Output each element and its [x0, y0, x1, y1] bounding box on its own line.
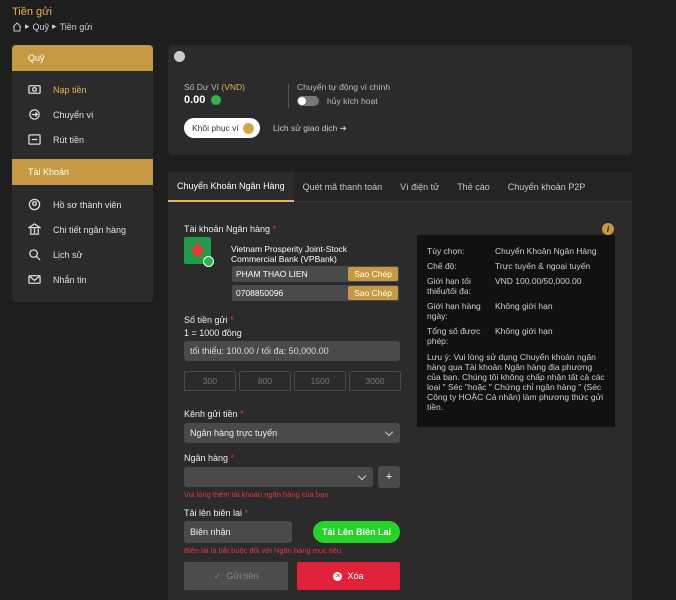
- profile-icon: [28, 198, 41, 211]
- vpbank-logo[interactable]: [184, 237, 214, 267]
- restore-wallet-button[interactable]: Khôi phục ví: [184, 118, 260, 138]
- sidebar-item-label: Nhắn tin: [53, 274, 87, 285]
- payment-info-box: Tùy chọn: Chuyển Khoản Ngân Hàng Chế độ: T…: [417, 235, 615, 427]
- breadcrumb-item: Tiền gửi: [59, 21, 93, 32]
- copy-account-name-button[interactable]: Sao Chép: [348, 267, 398, 281]
- amount-input[interactable]: tối thiểu: 100.00 / tối đa: 50,000.00: [184, 341, 400, 361]
- breadcrumb-item[interactable]: Quỹ: [33, 22, 50, 32]
- restore-wallet-label: Khôi phục ví: [192, 123, 239, 133]
- sidebar-item-label: Hồ sơ thành viên: [53, 199, 122, 210]
- auto-transfer-toggle[interactable]: [297, 96, 319, 106]
- transaction-history-link[interactable]: Lịch sử giao dịch ➔: [273, 123, 347, 134]
- info-row: Giới hạn tối thiểu/tối đa: VND 100.00/50,…: [427, 276, 582, 296]
- delete-button[interactable]: ✕ Xóa: [297, 562, 400, 590]
- deposit-icon: [28, 85, 41, 94]
- account-number: 0708850096: [236, 288, 284, 298]
- sidebar-item-label: Chi tiết ngân hàng: [53, 224, 127, 235]
- submit-deposit-button[interactable]: ✓ Gửi tiền: [184, 562, 288, 590]
- sidebar-item-messages[interactable]: Nhắn tin: [12, 267, 153, 292]
- info-row: Giới hạn hàng ngày: Không giới hạn: [427, 301, 553, 321]
- upload-receipt-button[interactable]: Tải Lên Biên Lai: [313, 521, 400, 543]
- payment-method-tabs: Chuyển Khoản Ngân Hàng Quét mã thanh toá…: [168, 171, 632, 202]
- transfer-icon: [29, 109, 40, 120]
- coin-icon: [242, 122, 254, 134]
- wallet-balance-panel: Số Dư Ví (VND) 0.00 Chuyển tự động ví ch…: [168, 45, 632, 155]
- tab-e-wallet[interactable]: Ví điện tử: [391, 172, 448, 202]
- close-icon: ✕: [333, 571, 343, 581]
- info-icon[interactable]: i: [602, 223, 614, 235]
- channel-select[interactable]: Ngân hàng trực tuyến: [184, 423, 400, 443]
- sidebar-item-label: Nạp tiền: [53, 84, 87, 95]
- check-circle-icon: ✓: [213, 570, 222, 581]
- selected-check-icon: [203, 256, 214, 267]
- tab-qr-payment[interactable]: Quét mã thanh toán: [294, 172, 392, 202]
- quick-amount-button[interactable]: 1500: [294, 371, 346, 391]
- divider: [288, 84, 289, 108]
- sidebar-section-funds: Quỹ: [12, 45, 153, 71]
- quick-amount-button[interactable]: 300: [184, 371, 236, 391]
- message-icon: [28, 275, 41, 284]
- amount-label: Số tiền gửi *: [184, 315, 234, 325]
- quick-amounts: 300 800 1500 3000: [184, 371, 401, 391]
- bank-icon: [28, 223, 41, 235]
- info-row: Tùy chọn: Chuyển Khoản Ngân Hàng: [427, 246, 597, 256]
- breadcrumb: ▸ Quỹ ▸ Tiền gửi: [12, 21, 92, 32]
- quick-amount-button[interactable]: 3000: [349, 371, 401, 391]
- sidebar-item-withdraw[interactable]: Rút tiền: [12, 127, 153, 152]
- sidebar-section-account: Tài Khoản: [12, 159, 153, 185]
- sidebar-item-history[interactable]: Lịch sử: [12, 242, 153, 267]
- sidebar: Quỹ Nạp tiền Chuyển ví Rút tiền Tài Khoả…: [12, 45, 153, 302]
- tab-scratch-card[interactable]: Thẻ cào: [448, 172, 499, 202]
- bank-select-label: Ngân hàng *: [184, 453, 235, 463]
- sidebar-item-deposit[interactable]: Nạp tiền: [12, 77, 153, 102]
- breadcrumb-separator-icon: ▸: [25, 21, 30, 31]
- account-number-row: 0708850096 Sao Chép: [232, 285, 399, 301]
- bank-account-label: Tài khoản Ngân hàng *: [184, 224, 277, 234]
- info-row: Chế độ: Trực tuyến & ngoại tuyến: [427, 261, 591, 271]
- withdraw-icon: [28, 134, 41, 145]
- account-name-row: PHAM THAO LIEN Sao Chép: [232, 266, 399, 282]
- balance-label: Số Dư Ví (VND): [184, 82, 245, 92]
- home-icon[interactable]: [12, 21, 22, 32]
- auto-transfer-label: Chuyển tự động ví chính: [297, 82, 391, 92]
- sidebar-item-transfer[interactable]: Chuyển ví: [12, 102, 153, 127]
- channel-label: Kênh gửi tiền *: [184, 409, 244, 419]
- exchange-rate: 1 = 1000 đồng: [184, 328, 242, 338]
- bank-error-text: Vui lòng thêm tài khoản ngân hàng của bạ…: [184, 490, 329, 499]
- tab-bank-transfer[interactable]: Chuyển Khoản Ngân Hàng: [168, 171, 294, 202]
- bank-select[interactable]: [184, 467, 373, 487]
- sidebar-item-label: Lịch sử: [53, 249, 83, 260]
- sidebar-item-profile[interactable]: Hồ sơ thành viên: [12, 192, 153, 217]
- sidebar-item-label: Chuyển ví: [53, 109, 94, 120]
- history-icon: [29, 249, 41, 261]
- balance-amount: 0.00: [184, 94, 206, 106]
- info-note: Lưu ý: Vui lòng sử dụng Chuyển khoản ngâ…: [427, 352, 605, 412]
- receipt-field[interactable]: Biên nhận: [184, 521, 292, 543]
- quick-amount-button[interactable]: 800: [239, 371, 291, 391]
- add-bank-button[interactable]: +: [378, 466, 400, 488]
- info-row: Tổng số được phép: Không giới hạn: [427, 326, 553, 346]
- chevron-down-icon: [357, 471, 367, 480]
- wallet-icon: [174, 51, 185, 62]
- tab-p2p-transfer[interactable]: Chuyển khoản P2P: [499, 172, 595, 202]
- page-title: Tiền gửi: [12, 6, 52, 18]
- chevron-down-icon: [384, 427, 394, 436]
- arrow-right-icon: ➔: [339, 123, 347, 133]
- sidebar-item-label: Rút tiền: [53, 134, 85, 145]
- toggle-status-label: hủy kích hoạt: [327, 96, 378, 106]
- receipt-label: Tải lên biên lai *: [184, 508, 249, 518]
- copy-account-number-button[interactable]: Sao Chép: [348, 286, 398, 300]
- sidebar-item-bank-details[interactable]: Chi tiết ngân hàng: [12, 217, 153, 242]
- refresh-icon[interactable]: [211, 95, 222, 105]
- breadcrumb-separator-icon: ▸: [52, 21, 57, 31]
- bank-name: Vietnam Prosperity Joint-Stock Commercia…: [231, 244, 348, 264]
- receipt-error-text: Biên lai là bắt buộc đối với Ngân hàng m…: [184, 546, 342, 555]
- account-name: PHAM THAO LIEN: [236, 269, 308, 279]
